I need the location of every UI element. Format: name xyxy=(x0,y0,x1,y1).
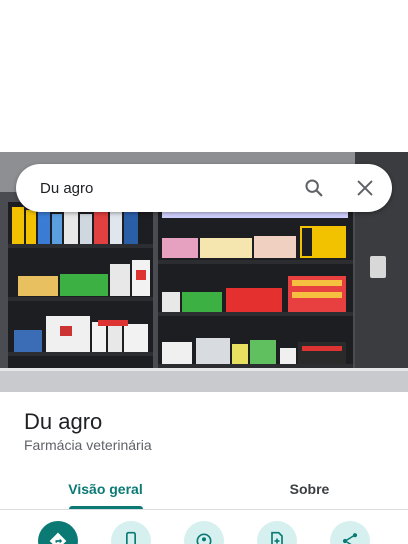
share-button[interactable] xyxy=(330,521,370,544)
search-bar xyxy=(16,164,392,212)
call-button[interactable] xyxy=(111,521,151,544)
close-icon[interactable] xyxy=(353,176,377,200)
nearby-icon xyxy=(194,531,214,544)
save-icon xyxy=(267,531,287,544)
directions-icon xyxy=(48,531,68,544)
tab-selected-indicator xyxy=(69,506,143,509)
directions-button[interactable] xyxy=(38,521,78,544)
search-input[interactable] xyxy=(40,178,290,198)
tab-about[interactable]: Sobre xyxy=(211,468,408,510)
tab-bar: Visão geral Sobre xyxy=(0,468,408,510)
map-blank-area xyxy=(0,0,408,152)
phone-icon xyxy=(121,531,141,544)
search-icon[interactable] xyxy=(302,176,326,200)
tab-overview[interactable]: Visão geral xyxy=(0,468,211,510)
place-category[interactable]: Farmácia veterinária xyxy=(24,437,152,453)
place-title: Du agro xyxy=(24,409,103,434)
nearby-button[interactable] xyxy=(184,521,224,544)
share-icon xyxy=(340,531,360,544)
save-button[interactable] xyxy=(257,521,297,544)
